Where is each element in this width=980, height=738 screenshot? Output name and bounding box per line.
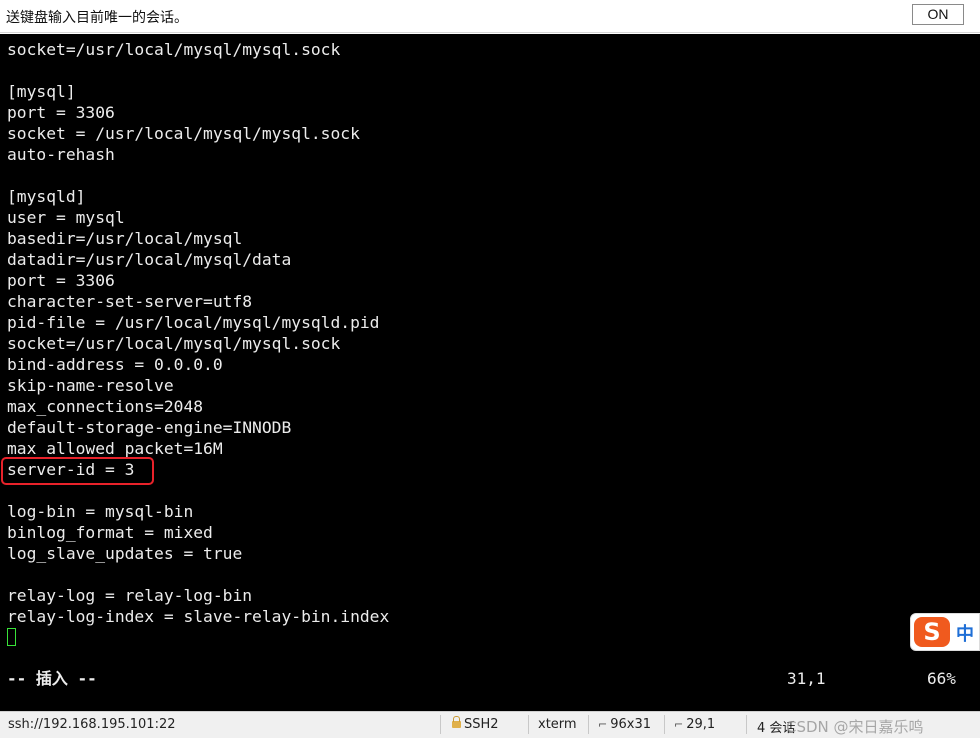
csdn-watermark: CSDN @宋日嘉乐鸣	[786, 718, 924, 736]
terminal-line: port = 3306	[7, 103, 115, 122]
terminal-type: xterm	[538, 717, 577, 732]
vim-mode-indicator: -- 插入 --	[7, 669, 97, 688]
terminal-line: socket=/usr/local/mysql/mysql.sock	[7, 334, 341, 353]
connection-address: ssh://192.168.195.101:22	[8, 717, 176, 732]
terminal-line: relay-log = relay-log-bin	[7, 586, 253, 605]
cursor-position-icon: ⌐	[674, 718, 684, 731]
sogou-ime-icon: S	[914, 617, 950, 647]
terminal-line: basedir=/usr/local/mysql	[7, 229, 243, 248]
terminal-line: log-bin = mysql-bin	[7, 502, 194, 521]
terminal-line: datadir=/usr/local/mysql/data	[7, 250, 292, 269]
ime-indicator[interactable]: S 中	[910, 613, 980, 651]
status-divider	[528, 715, 529, 734]
vim-cursor-position: 31,1	[787, 669, 826, 688]
terminal-line: port = 3306	[7, 271, 115, 290]
terminal-size: 96x31	[610, 717, 651, 732]
terminal-line: binlog_format = mixed	[7, 523, 213, 542]
status-divider	[588, 715, 589, 734]
vim-scroll-percent: 66%	[927, 669, 956, 688]
terminal-line: socket=/usr/local/mysql/mysql.sock	[7, 40, 341, 59]
ime-mode-label: 中	[956, 624, 974, 645]
resize-icon: ⌐	[598, 718, 608, 731]
status-divider	[440, 715, 441, 734]
protocol-indicator: SSH2	[452, 716, 499, 732]
lock-icon	[452, 716, 461, 728]
send-keys-bar: 送键盘输入目前唯一的会话。 ON	[0, 0, 980, 33]
terminal-size-indicator: ⌐ 96x31	[598, 717, 651, 732]
send-keys-label: 送键盘输入目前唯一的会话。	[6, 10, 188, 26]
terminal-line: log_slave_updates = true	[7, 544, 243, 563]
cursor-position-indicator: ⌐ 29,1	[674, 717, 715, 732]
terminal-line: pid-file = /usr/local/mysql/mysqld.pid	[7, 313, 380, 332]
terminal-line: skip-name-resolve	[7, 376, 174, 395]
terminal-line: user = mysql	[7, 208, 125, 227]
terminal-line: auto-rehash	[7, 145, 115, 164]
terminal-cursor	[7, 628, 16, 646]
terminal-line: character-set-server=utf8	[7, 292, 253, 311]
protocol-label: SSH2	[464, 717, 499, 732]
send-keys-toggle-button[interactable]: ON	[912, 4, 964, 25]
server-id-highlight-box	[1, 457, 154, 485]
terminal-line: [mysql]	[7, 82, 76, 101]
terminal-screen[interactable]: socket=/usr/local/mysql/mysql.sock [mysql…	[0, 34, 980, 711]
cursor-position: 29,1	[686, 717, 716, 732]
terminal-line: max_allowed_packet=16M	[7, 439, 223, 458]
status-bar: ssh://192.168.195.101:22 SSH2 xterm ⌐ 96x…	[0, 711, 980, 738]
terminal-line: default-storage-engine=INNODB	[7, 418, 292, 437]
status-divider	[664, 715, 665, 734]
terminal-line: bind-address = 0.0.0.0	[7, 355, 223, 374]
status-divider	[746, 715, 747, 734]
terminal-line: [mysqld]	[7, 187, 86, 206]
terminal-line: max_connections=2048	[7, 397, 204, 416]
terminal-line: socket = /usr/local/mysql/mysql.sock	[7, 124, 360, 143]
terminal-line: relay-log-index = slave-relay-bin.index	[7, 607, 390, 626]
